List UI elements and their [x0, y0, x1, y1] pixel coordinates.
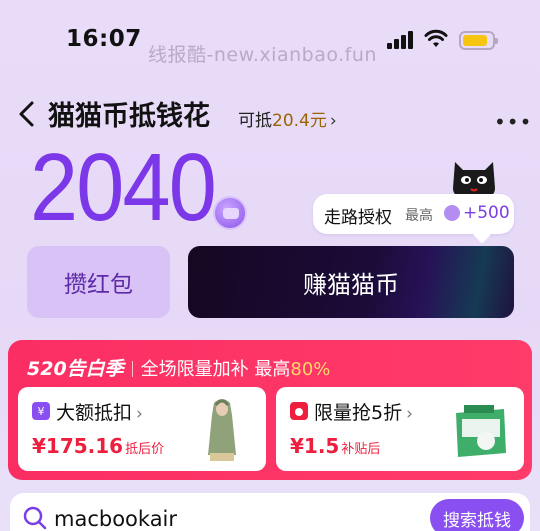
earn-coins-button[interactable]: 赚猫猫币: [188, 246, 514, 318]
nav-bar: 猫猫币抵钱花 可抵20.4元 › •••: [0, 92, 540, 136]
chevron-right-icon: ›: [136, 404, 143, 424]
status-bar: 16:07 线报酷-new.xianbao.fun: [0, 0, 540, 80]
promo-season: 520告白季: [27, 358, 124, 380]
deduct-prefix: 可抵: [238, 111, 272, 131]
clothing-model-image: [190, 395, 254, 463]
tooltip-bonus: +500: [463, 203, 510, 223]
search-input[interactable]: macbookair: [54, 507, 177, 531]
more-dots-icon[interactable]: •••: [494, 110, 532, 134]
detergent-product-image: [448, 395, 512, 463]
search-icon: [23, 506, 47, 530]
promo-item-big-discount[interactable]: ¥ 大额抵扣 › ¥175.16 抵后价: [18, 387, 266, 471]
promo-card: 520告白季 全场限量加补 最高80% ¥ 大额抵扣 › ¥175.16 抵后价 限量…: [8, 340, 532, 480]
tmall-cat-mascot-icon: [453, 162, 495, 196]
promo-header: 520告白季 全场限量加补 最高80%: [27, 354, 330, 381]
promo-item-price-note: 补贴后: [341, 442, 381, 457]
watermark-text: 线报酷-new.xianbao.fun: [148, 44, 377, 66]
battery-fill: [463, 35, 487, 46]
tooltip-max-label: 最高: [405, 208, 433, 224]
promo-item-price-note: 抵后价: [125, 442, 165, 457]
search-bar[interactable]: macbookair 搜索抵钱: [10, 493, 530, 531]
promo-item-price: ¥175.16: [32, 434, 124, 458]
promo-slogan: 全场限量加补 最高: [140, 359, 291, 380]
chevron-right-icon: ›: [406, 404, 413, 424]
promo-item-title: 大额抵扣: [56, 402, 133, 424]
small-coin-icon: [444, 205, 460, 221]
promo-item-title: 限量抢5折: [314, 402, 403, 424]
cellular-signal-icon: [387, 31, 413, 49]
page-title: 猫猫币抵钱花: [48, 101, 210, 132]
svg-text:¥: ¥: [38, 405, 45, 418]
chevron-right-icon: ›: [329, 111, 337, 131]
deduct-link[interactable]: 可抵20.4元 ›: [238, 106, 337, 131]
walk-authorize-tooltip[interactable]: 走路授权 最高 +500: [313, 194, 514, 234]
cat-coin-icon: [213, 196, 247, 230]
search-deduct-button[interactable]: 搜索抵钱: [430, 499, 524, 531]
wifi-icon: [424, 29, 448, 47]
coin-balance: 2040: [30, 134, 217, 241]
flash-sale-icon: [290, 402, 308, 420]
tooltip-action: 走路授权: [324, 208, 392, 228]
save-red-packet-button[interactable]: 攒红包: [27, 246, 170, 318]
deduct-amount: 20.4元: [272, 111, 327, 131]
status-time: 16:07: [66, 26, 142, 52]
promo-item-price: ¥1.5: [290, 434, 340, 458]
promo-item-half-price[interactable]: 限量抢5折 › ¥1.5 补贴后: [276, 387, 524, 471]
promo-percent: 80%: [290, 359, 331, 380]
back-chevron-icon[interactable]: [14, 98, 42, 130]
battery-icon: [459, 31, 498, 50]
coupon-icon: ¥: [32, 402, 50, 420]
